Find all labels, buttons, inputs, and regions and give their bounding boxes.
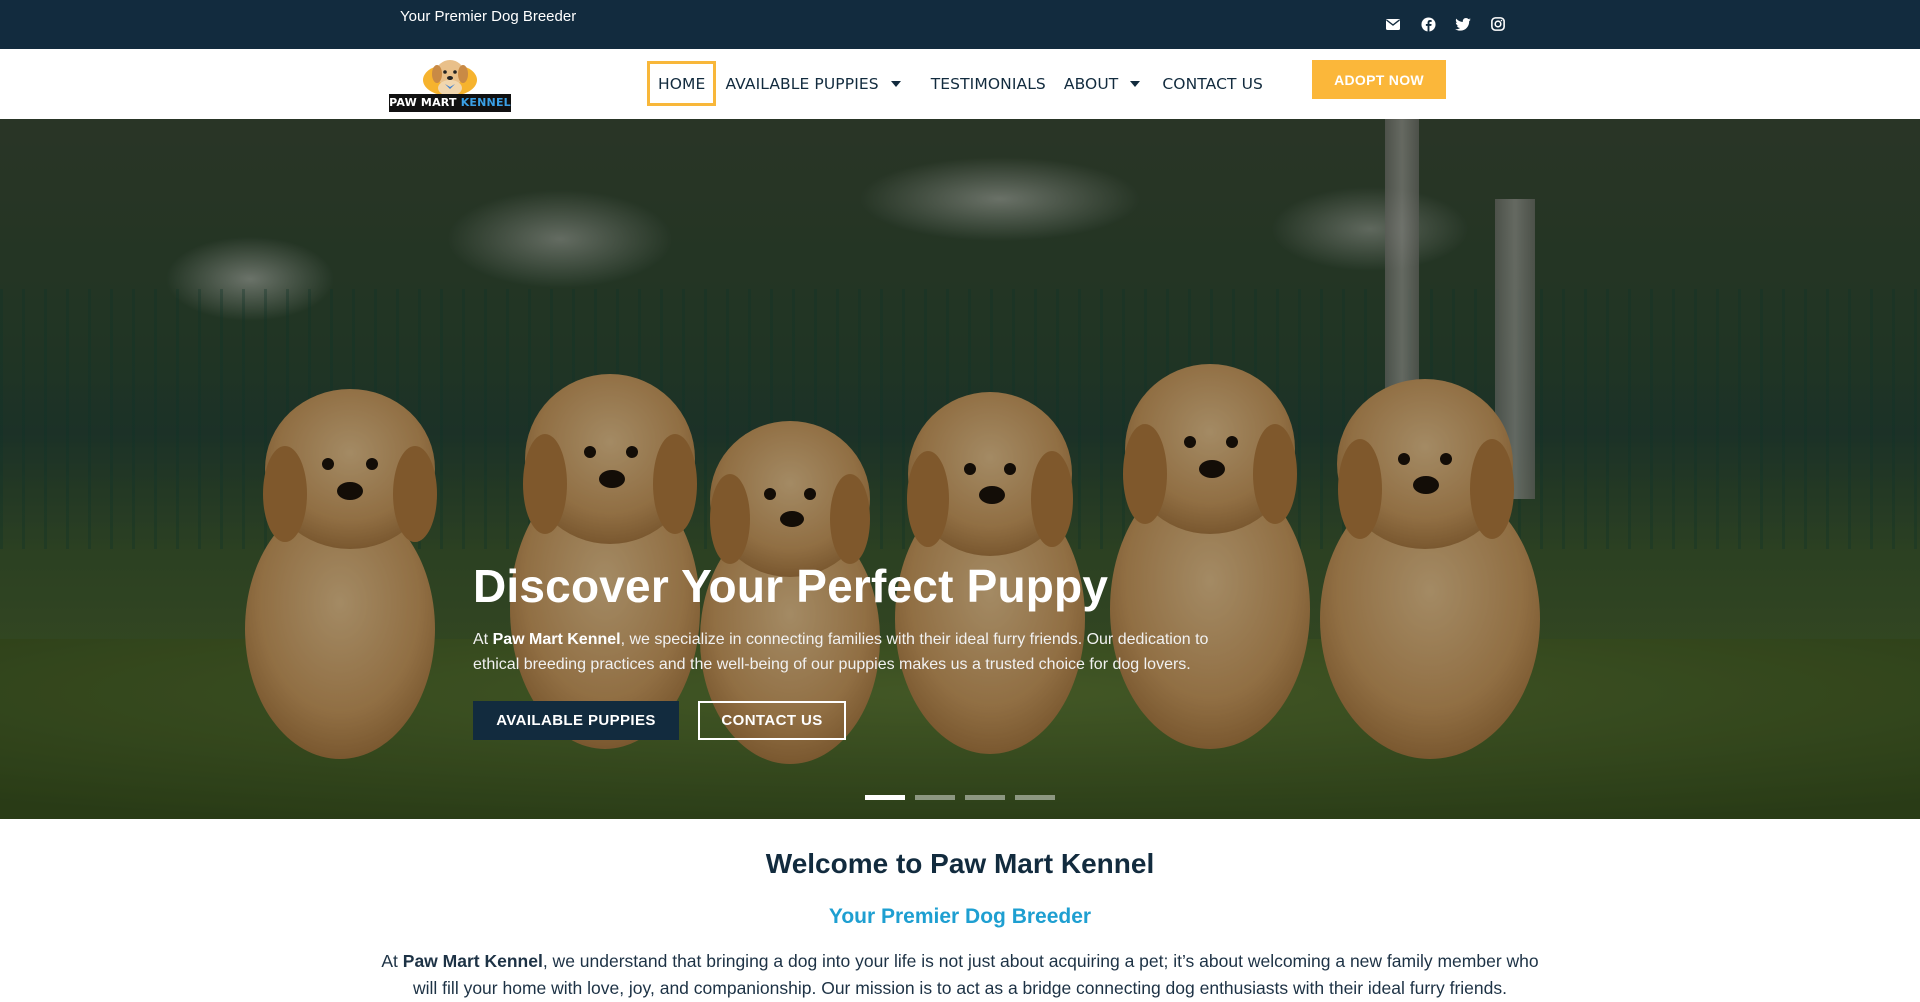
puppy-logo-icon	[423, 60, 477, 96]
welcome-section: Welcome to Paw Mart Kennel Your Premier …	[0, 819, 1920, 998]
hero-title: Discover Your Perfect Puppy	[473, 560, 1109, 612]
nav-testimonials-label: TESTIMONIALS	[930, 74, 1046, 93]
nav-about[interactable]: ABOUT	[1055, 61, 1149, 106]
hero-overlay	[0, 119, 1920, 819]
hero-slider: Discover Your Perfect Puppy At Paw Mart …	[0, 119, 1920, 819]
nav-about-label: ABOUT	[1063, 74, 1119, 93]
site-logo[interactable]: PAW MART KENNEL	[389, 54, 511, 114]
available-puppies-button[interactable]: AVAILABLE PUPPIES	[473, 701, 679, 740]
slide-indicator-2[interactable]	[915, 795, 955, 800]
nav-contact-us[interactable]: CONTACT US	[1153, 61, 1272, 106]
slider-pagination	[865, 795, 1055, 800]
welcome-subtitle: Your Premier Dog Breeder	[828, 905, 1092, 928]
slide-indicator-1[interactable]	[865, 795, 905, 800]
hero-brand-name: Paw Mart Kennel	[492, 631, 621, 648]
slide-indicator-4[interactable]	[1015, 795, 1055, 800]
logo-text-accent: KENNEL	[460, 96, 511, 109]
nav-home[interactable]: HOME	[647, 61, 717, 106]
contact-us-button[interactable]: CONTACT US	[698, 701, 846, 740]
welcome-text: At Paw Mart Kennel, we understand that b…	[370, 948, 1550, 1002]
welcome-brand-name: Paw Mart Kennel	[402, 951, 543, 971]
nav-testimonials[interactable]: TESTIMONIALS	[922, 61, 1055, 106]
welcome-title: Welcome to Paw Mart Kennel	[765, 848, 1155, 879]
site-header: PAW MART KENNEL HOME AVAILABLE PUPPIES T…	[0, 49, 1920, 119]
top-bar: Your Premier Dog Breeder	[0, 0, 1920, 49]
nav-available-puppies-label: AVAILABLE PUPPIES	[725, 74, 879, 93]
twitter-icon[interactable]	[1454, 15, 1472, 33]
welcome-text-prefix: At	[381, 951, 403, 971]
welcome-text-body: , we understand that bringing a dog into…	[413, 951, 1539, 998]
top-tagline: Your Premier Dog Breeder	[400, 8, 577, 25]
chevron-down-icon	[890, 80, 901, 87]
envelope-icon[interactable]	[1384, 15, 1402, 33]
instagram-icon[interactable]	[1489, 15, 1507, 33]
facebook-icon[interactable]	[1419, 15, 1437, 33]
main-navigation: HOME AVAILABLE PUPPIES TESTIMONIALS ABOU…	[647, 61, 1272, 106]
slide-indicator-3[interactable]	[965, 795, 1005, 800]
adopt-now-button[interactable]: ADOPT NOW	[1312, 60, 1446, 99]
nav-contact-label: CONTACT US	[1162, 74, 1263, 93]
hero-description: At Paw Mart Kennel, we specialize in con…	[473, 627, 1233, 677]
nav-home-label: HOME	[658, 74, 706, 93]
social-links	[1384, 15, 1507, 33]
chevron-down-icon	[1130, 80, 1141, 87]
hero-text-prefix: At	[473, 631, 493, 648]
logo-text-primary: PAW MART	[389, 96, 457, 109]
nav-available-puppies[interactable]: AVAILABLE PUPPIES	[716, 61, 909, 106]
logo-wordmark: PAW MART KENNEL	[389, 94, 511, 112]
